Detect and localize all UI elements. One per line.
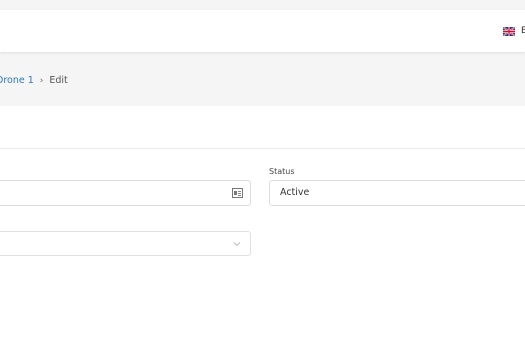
chevron-down-icon (233, 242, 241, 247)
card-divider (0, 148, 525, 149)
status-input[interactable]: Active (269, 180, 525, 206)
breadcrumb-current: Edit (49, 75, 68, 86)
top-header: E (0, 10, 525, 52)
uk-flag-icon (503, 26, 515, 36)
language-label: E (521, 26, 525, 36)
id-card-icon (232, 188, 243, 198)
status-value: Active (280, 187, 310, 198)
left-text-input[interactable] (0, 180, 251, 206)
left-select[interactable] (0, 231, 251, 256)
breadcrumb-separator: › (39, 75, 44, 86)
language-selector[interactable]: E (503, 24, 525, 38)
breadcrumb-bar: Drone 1 › Edit (0, 60, 525, 102)
breadcrumb: Drone 1 › Edit (0, 75, 68, 86)
page: E Drone 1 › Edit Status Active (0, 0, 525, 350)
edit-form-card: Status Active (0, 106, 525, 350)
breadcrumb-parent-link[interactable]: Drone 1 (0, 75, 34, 86)
status-label: Status (269, 167, 295, 176)
